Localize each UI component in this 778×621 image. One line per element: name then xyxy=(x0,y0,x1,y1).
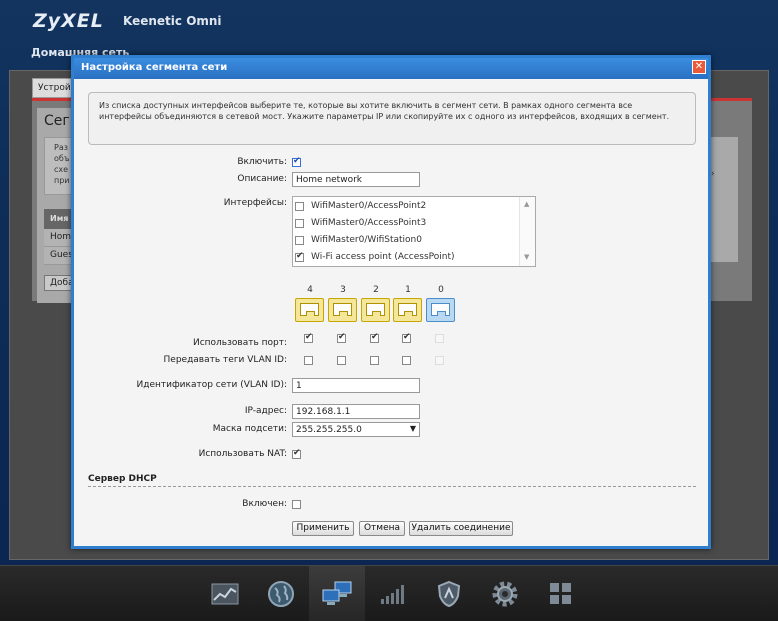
vlan-tag-checkbox[interactable] xyxy=(370,356,379,365)
description-field[interactable]: Home network xyxy=(292,172,420,187)
vlan-tag-checkbox[interactable] xyxy=(402,356,411,365)
background-card-right xyxy=(708,137,738,262)
mask-select[interactable]: 255.255.255.0 ▼ xyxy=(292,422,420,437)
nat-label: Использовать NAT: xyxy=(198,449,287,459)
chevron-down-icon[interactable]: ▼ xyxy=(410,424,416,433)
dialog-title: Настройка сегмента сети xyxy=(81,62,228,73)
segment-settings-dialog: Настройка сегмента сети ✕ Из списка дост… xyxy=(71,55,711,549)
add-segment-button[interactable]: Доба xyxy=(44,275,74,291)
interface-name: WifiMaster0/AccessPoint2 xyxy=(311,201,427,211)
port-number: 1 xyxy=(405,285,411,295)
close-icon[interactable]: ✕ xyxy=(692,60,706,74)
use-port-checkbox xyxy=(435,334,444,343)
shield-icon[interactable] xyxy=(421,566,477,621)
port-number: 0 xyxy=(438,285,444,295)
interfaces-list[interactable]: WifiMaster0/AccessPoint2 WifiMaster0/Acc… xyxy=(292,196,536,267)
use-port-checkbox[interactable] xyxy=(304,332,313,343)
interface-checkbox[interactable] xyxy=(295,202,304,211)
vlan-id-field[interactable]: 1 xyxy=(292,378,420,393)
port-number: 2 xyxy=(373,285,379,295)
interfaces-label: Интерфейсы: xyxy=(223,198,287,208)
use-port-checkbox[interactable] xyxy=(370,332,379,343)
chart-icon[interactable] xyxy=(197,566,253,621)
ethernet-port-icon xyxy=(328,298,357,322)
ip-field[interactable]: 192.168.1.1 xyxy=(292,404,420,419)
ethernet-port-icon xyxy=(393,298,422,322)
dhcp-section-title: Сервер DHCP xyxy=(88,474,157,484)
table-row[interactable]: Gues xyxy=(44,247,74,265)
dialog-header: Настройка сегмента сети ✕ xyxy=(74,58,708,79)
table-row[interactable]: Home xyxy=(44,229,74,247)
mask-label: Маска подсети: xyxy=(212,424,287,434)
interface-name: Wi-Fi access point (AccessPoint) xyxy=(311,252,455,262)
enable-checkbox[interactable] xyxy=(292,156,301,167)
list-item[interactable]: Wi-Fi access point (AccessPoint) xyxy=(295,250,455,266)
delete-connection-button[interactable]: Удалить соединение xyxy=(409,521,513,536)
tab-devices[interactable]: Устрой xyxy=(32,78,72,98)
globe-icon[interactable] xyxy=(253,566,309,621)
vlan-tag-checkbox xyxy=(435,356,444,365)
mask-value: 255.255.255.0 xyxy=(296,425,362,435)
chevron-right-icon: › xyxy=(711,169,715,179)
background-info: Раз объ схе при xyxy=(44,137,74,195)
use-port-label: Использовать порт: xyxy=(192,338,287,348)
port-number: 4 xyxy=(307,285,313,295)
brand-logo: ZyXEL xyxy=(33,10,104,32)
ip-label: IP-адрес: xyxy=(244,406,287,416)
table-header-name: Имя xyxy=(44,209,74,229)
description-label: Описание: xyxy=(237,174,287,184)
scroll-up-icon[interactable]: ▲ xyxy=(524,200,529,208)
use-port-checkbox[interactable] xyxy=(402,332,411,343)
scroll-down-icon[interactable]: ▼ xyxy=(524,253,529,261)
list-item[interactable]: WifiMaster0/AccessPoint3 xyxy=(295,216,426,232)
model-name: Keenetic Omni xyxy=(123,14,222,28)
list-item[interactable]: WifiMaster0/AccessPoint2 xyxy=(295,199,426,215)
interface-checkbox[interactable] xyxy=(295,251,304,262)
list-item[interactable]: WifiMaster0/WifiStation0 xyxy=(295,233,422,249)
section-divider xyxy=(88,486,696,487)
interface-checkbox[interactable] xyxy=(295,236,304,245)
interface-name: WifiMaster0/WifiStation0 xyxy=(311,235,422,245)
vlan-tag-checkbox[interactable] xyxy=(337,356,346,365)
signal-icon[interactable] xyxy=(365,566,421,621)
interfaces-scrollbar[interactable]: ▲ ▼ xyxy=(519,197,535,266)
network-icon[interactable] xyxy=(309,566,365,621)
gear-icon[interactable] xyxy=(477,566,533,621)
nat-checkbox[interactable] xyxy=(292,448,301,459)
vlan-id-label: Идентификатор сети (VLAN ID): xyxy=(136,380,288,390)
cancel-button[interactable]: Отмена xyxy=(359,521,405,536)
ethernet-port-icon xyxy=(361,298,390,322)
enable-label: Включить: xyxy=(237,157,287,167)
interface-name: WifiMaster0/AccessPoint3 xyxy=(311,218,427,228)
apps-icon[interactable] xyxy=(533,566,589,621)
apply-button[interactable]: Применить xyxy=(292,521,354,536)
wan-port-icon xyxy=(426,298,455,322)
ethernet-port-icon xyxy=(295,298,324,322)
port-number: 3 xyxy=(340,285,346,295)
dhcp-enabled-label: Включен: xyxy=(242,499,287,509)
bottom-dock xyxy=(0,565,778,621)
interface-checkbox[interactable] xyxy=(295,219,304,228)
use-port-checkbox[interactable] xyxy=(337,332,346,343)
vlan-tag-checkbox[interactable] xyxy=(304,356,313,365)
dialog-info: Из списка доступных интерфейсов выберите… xyxy=(88,92,696,145)
vlan-tags-label: Передавать теги VLAN ID: xyxy=(163,355,287,365)
dhcp-enabled-checkbox[interactable] xyxy=(292,500,301,509)
